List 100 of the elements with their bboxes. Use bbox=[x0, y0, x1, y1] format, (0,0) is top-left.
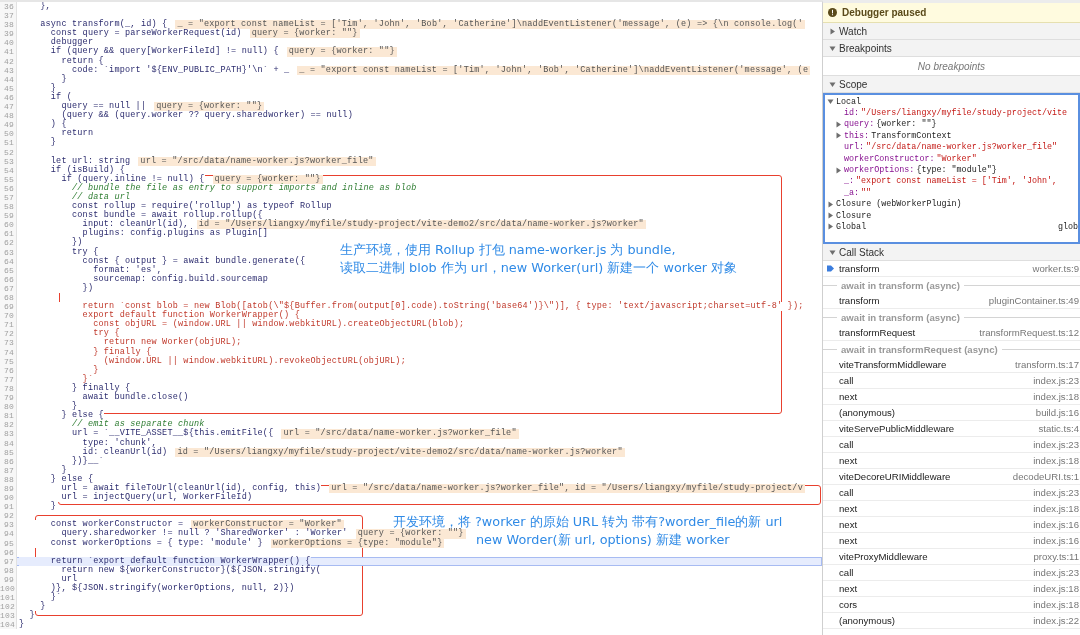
stack-frame[interactable]: transform bbox=[839, 263, 880, 274]
async-separator-label: await in transformRequest (async) bbox=[841, 343, 998, 355]
expand-triangle-icon[interactable] bbox=[827, 200, 834, 208]
frame-location[interactable]: index.js:16 bbox=[1033, 535, 1080, 546]
scope-group-label[interactable]: Closure (webWorkerPlugin) bbox=[836, 199, 962, 210]
frame-location[interactable]: transform.ts:17 bbox=[1015, 359, 1080, 370]
line-number: 74 bbox=[0, 347, 17, 357]
stack-frame[interactable]: viteDecoreURIMiddleware bbox=[839, 471, 951, 482]
scope-group-label[interactable]: Global bbox=[836, 222, 867, 232]
inline-value: id = "/Users/liangxy/myfile/study-project/vite-demo2/src/data/name-worker.js?worker" bbox=[196, 220, 646, 230]
scope-value: "export const nameList = ['Tim', 'John', bbox=[856, 176, 1058, 187]
frame-location[interactable]: static.ts:4 bbox=[1038, 423, 1080, 434]
stack-frame[interactable]: next bbox=[839, 583, 858, 594]
line-number: 65 bbox=[0, 265, 17, 275]
info-icon bbox=[828, 8, 837, 17]
expand-triangle-icon[interactable] bbox=[829, 80, 836, 88]
inline-value: url = "/src/data/name-worker.js?worker_file" bbox=[138, 156, 376, 166]
scope-variable: id: bbox=[844, 108, 860, 119]
scope-value: "/Users/liangxy/myfile/study-project/vite bbox=[861, 108, 1068, 119]
frame-location[interactable]: index.js:23 bbox=[1033, 375, 1080, 386]
frame-location[interactable]: proxy.ts:11 bbox=[1033, 551, 1080, 562]
stack-frame[interactable]: viteTransformMiddleware bbox=[839, 359, 947, 370]
stack-frame[interactable]: call bbox=[839, 439, 854, 450]
stack-frame[interactable]: viteServePublicMiddleware bbox=[839, 423, 955, 434]
expand-triangle-icon[interactable] bbox=[835, 166, 842, 174]
code-text: } bbox=[19, 620, 25, 630]
scope-variable: workerOptions: bbox=[844, 165, 915, 176]
inline-value: url = "/src/data/name-worker.js?worker_file", id = "/Users/liangxy/myfile/study-project/v bbox=[329, 483, 805, 494]
expand-triangle-icon[interactable] bbox=[829, 27, 836, 35]
line-number: 84 bbox=[0, 438, 17, 448]
frame-location[interactable]: index.js:23 bbox=[1033, 567, 1080, 578]
expand-triangle-icon[interactable] bbox=[827, 98, 834, 106]
scope-value: "" bbox=[861, 187, 872, 198]
line-number: 45 bbox=[0, 83, 17, 93]
stack-frame[interactable]: next bbox=[839, 391, 858, 402]
section-header[interactable]: Watch bbox=[839, 25, 867, 37]
line-number: 55 bbox=[0, 174, 17, 184]
stack-frame[interactable]: (anonymous) bbox=[839, 615, 895, 626]
async-separator-label: await in transform (async) bbox=[841, 279, 960, 291]
line-number: 63 bbox=[0, 247, 17, 257]
frame-location[interactable]: index.js:23 bbox=[1033, 439, 1080, 450]
stack-frame[interactable]: transform bbox=[839, 295, 880, 306]
line-number: 85 bbox=[0, 447, 17, 457]
frame-location[interactable]: index.js:18 bbox=[1033, 391, 1080, 402]
frame-location[interactable]: index.js:18 bbox=[1033, 599, 1080, 610]
section-header[interactable]: Breakpoints bbox=[839, 42, 892, 54]
scope-variable: this: bbox=[844, 130, 870, 141]
section-header[interactable]: Scope bbox=[839, 78, 868, 90]
scope-value: "/src/data/name-worker.js?worker_file" bbox=[866, 142, 1058, 153]
scope-group-label[interactable]: Closure bbox=[836, 210, 872, 221]
expand-triangle-icon[interactable] bbox=[827, 212, 834, 220]
line-number: 88 bbox=[0, 474, 17, 484]
frame-location[interactable]: index.js:18 bbox=[1033, 583, 1080, 594]
frame-location[interactable]: index.js:18 bbox=[1033, 455, 1080, 466]
inline-value: query = {worker: ""} bbox=[286, 47, 397, 57]
expand-triangle-icon[interactable] bbox=[835, 120, 842, 128]
line-number: 54 bbox=[0, 165, 17, 175]
frame-location[interactable]: build.js:16 bbox=[1035, 407, 1080, 418]
scope-variable: url: bbox=[844, 142, 865, 153]
line-number: 73 bbox=[0, 338, 17, 348]
stack-frame[interactable]: next bbox=[839, 455, 858, 466]
stack-frame[interactable]: cors bbox=[839, 599, 858, 610]
stack-frame[interactable]: next bbox=[839, 519, 858, 530]
line-number: 66 bbox=[0, 274, 17, 284]
frame-location[interactable]: worker.ts:9 bbox=[1032, 263, 1080, 274]
stack-frame[interactable]: call bbox=[839, 375, 854, 386]
scope-variable: _: bbox=[844, 176, 855, 187]
line-number: 76 bbox=[0, 365, 17, 375]
stack-frame[interactable]: call bbox=[839, 487, 854, 498]
frame-location[interactable]: transformRequest.ts:12 bbox=[979, 327, 1080, 338]
frame-location[interactable]: index.js:22 bbox=[1033, 615, 1080, 626]
stack-frame[interactable]: next bbox=[839, 503, 858, 514]
async-separator-label: await in transform (async) bbox=[841, 311, 960, 323]
scope-group-label[interactable]: Local bbox=[836, 96, 862, 107]
frame-location[interactable]: decodeURI.ts:1 bbox=[1012, 471, 1080, 482]
line-number: 75 bbox=[0, 356, 17, 366]
inline-value: workerOptions = {type: "module"} bbox=[270, 538, 445, 548]
annotation-text: 生产环境，使用 Rollup 打包 name-worker.js 为 bundle, bbox=[340, 242, 676, 258]
frame-location[interactable]: index.js:23 bbox=[1033, 487, 1080, 498]
expand-triangle-icon[interactable] bbox=[829, 248, 836, 256]
frame-location[interactable]: index.js:18 bbox=[1033, 503, 1080, 514]
scope-variable: _a: bbox=[844, 187, 860, 198]
expand-triangle-icon[interactable] bbox=[827, 223, 834, 231]
stack-frame[interactable]: transformRequest bbox=[839, 327, 916, 338]
stack-frame[interactable]: viteProxyMiddleware bbox=[839, 551, 928, 562]
section-header[interactable]: Call Stack bbox=[839, 246, 884, 258]
code-text: return `export default function WorkerWrapper() { bbox=[19, 556, 311, 566]
line-number: 53 bbox=[0, 156, 17, 166]
expand-triangle-icon[interactable] bbox=[829, 44, 836, 52]
stack-frame[interactable]: call bbox=[839, 567, 854, 578]
line-number: 86 bbox=[0, 456, 17, 466]
frame-location[interactable]: pluginContainer.ts:49 bbox=[988, 295, 1080, 306]
expand-triangle-icon[interactable] bbox=[835, 132, 842, 140]
stack-frame[interactable]: next bbox=[839, 535, 858, 546]
stack-frame[interactable]: (anonymous) bbox=[839, 407, 895, 418]
line-number: 56 bbox=[0, 183, 17, 193]
line-number: 77 bbox=[0, 374, 17, 384]
inline-value: _ = "export const nameList = ['Tim', 'John', 'Bob', 'Catherine']\naddEventListener('message', (e bbox=[297, 65, 811, 75]
frame-location[interactable]: index.js:16 bbox=[1033, 519, 1080, 530]
line-number: 95 bbox=[0, 538, 17, 548]
